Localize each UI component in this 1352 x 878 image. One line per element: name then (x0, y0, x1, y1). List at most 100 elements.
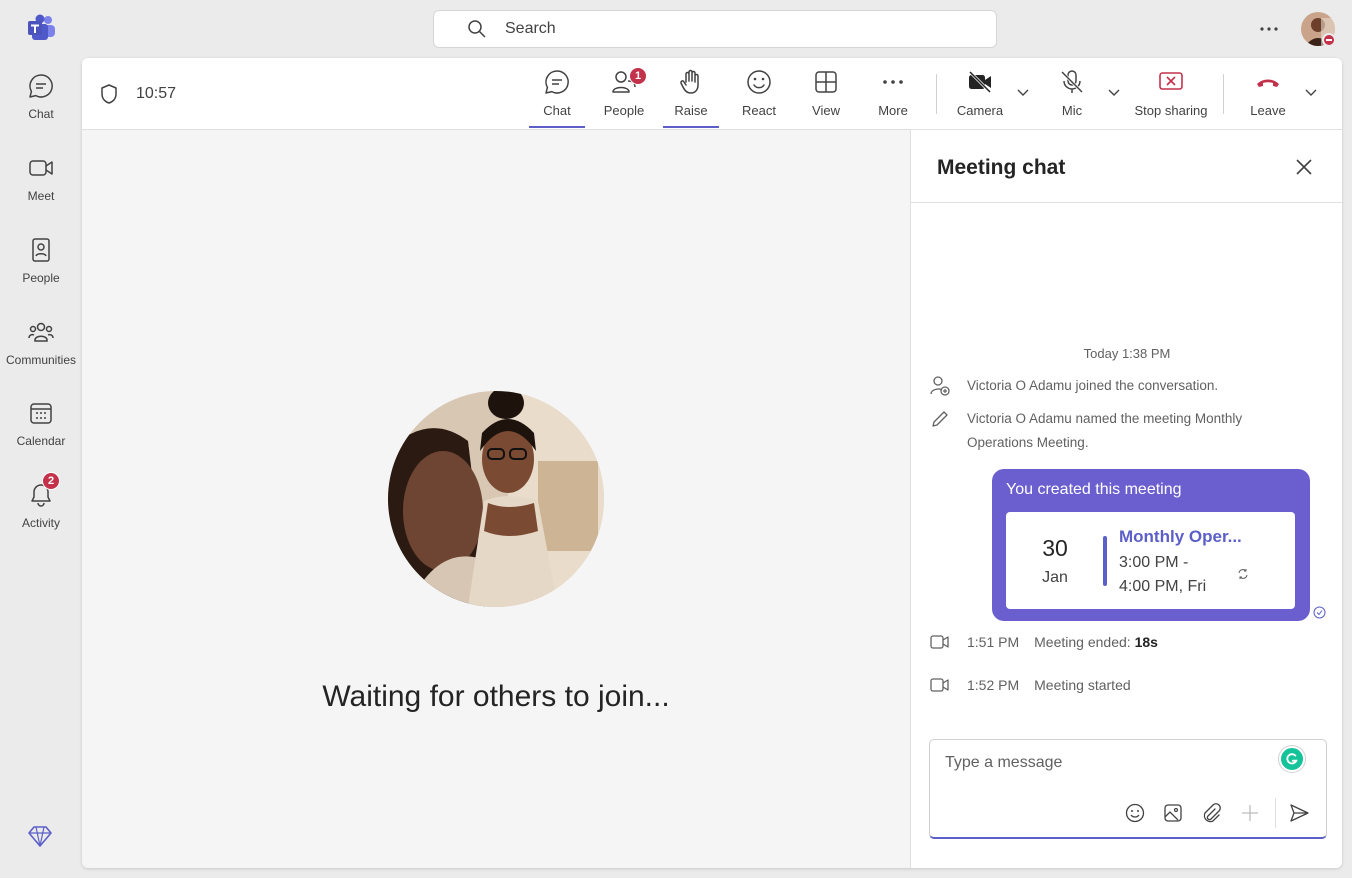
toolbar-react-button[interactable]: React (731, 68, 787, 126)
card-accent-bar (1103, 536, 1107, 586)
emoji-icon[interactable] (1124, 802, 1146, 824)
toolbar-label: Stop sharing (1134, 103, 1208, 118)
stop-sharing-icon (1159, 72, 1183, 90)
toolbar-label: View (812, 103, 840, 118)
rail-item-label: Meet (27, 189, 55, 203)
meeting-window: 10:57 Chat People 1 Raise React View Mor… (82, 58, 1342, 868)
meeting-card[interactable]: 30 Jan Monthly Oper... 3:00 PM - 4:00 PM… (1006, 512, 1295, 609)
activity-badge: 2 (42, 472, 60, 490)
pencil-icon (932, 411, 948, 427)
rail-item-label: Activity (21, 516, 60, 530)
card-day: 30 (1042, 535, 1068, 561)
people-count-badge: 1 (629, 67, 647, 85)
search-icon (468, 20, 486, 38)
card-time-line: 3:00 PM - (1119, 554, 1189, 571)
meeting-created-bubble[interactable]: You created this meeting 30 Jan Monthly … (992, 469, 1310, 621)
video-camera-icon (29, 160, 53, 176)
toolbar-label: React (742, 103, 776, 118)
rail-item-calendar[interactable]: Calendar (0, 399, 82, 469)
bubble-title: You created this meeting (1006, 481, 1182, 498)
teams-logo-icon (28, 14, 55, 40)
recurring-icon (1238, 569, 1248, 579)
copilot-diamond-icon[interactable] (27, 823, 53, 849)
card-time: 3:00 PM - 4:00 PM, Fri (1119, 551, 1206, 599)
toolbar-label: Camera (956, 103, 1004, 118)
rail-item-label: Chat (28, 107, 54, 121)
close-icon[interactable] (1293, 156, 1315, 178)
toolbar-view-button[interactable]: View (798, 68, 854, 126)
message-composer[interactable]: Type a message (929, 739, 1327, 839)
card-month: Jan (1042, 569, 1068, 586)
rail-item-label: Communities (5, 353, 77, 367)
hang-up-icon (1257, 79, 1279, 87)
system-message: Victoria O Adamu named the meeting Month… (929, 407, 1289, 455)
more-options-icon (883, 80, 903, 84)
card-time-line: 4:00 PM, Fri (1119, 578, 1207, 595)
rail-item-people[interactable]: People (0, 236, 82, 306)
event-time: 1:51 PM (967, 634, 1020, 650)
search-bar[interactable]: Search (433, 10, 997, 48)
meeting-chat-panel: Meeting chat Today 1:38 PM Victoria O Ad… (910, 130, 1342, 868)
shield-icon[interactable] (98, 83, 120, 105)
camera-off-icon (968, 70, 992, 94)
contact-book-icon (32, 238, 50, 262)
message-input-placeholder: Type a message (945, 754, 1063, 771)
participant-avatar (388, 391, 604, 607)
grid-view-icon (815, 71, 837, 93)
toolbar-mic-button[interactable]: Mic (1044, 68, 1100, 126)
read-receipt-icon (1313, 606, 1326, 619)
system-message-text: Victoria O Adamu named the meeting Month… (967, 411, 1243, 450)
rail-item-activity[interactable]: Activity 2 (0, 472, 82, 551)
more-options-icon[interactable] (1255, 18, 1283, 40)
card-meeting-title[interactable]: Monthly Oper... (1119, 527, 1242, 547)
emoji-icon (747, 70, 771, 94)
leave-options-chevron-icon[interactable] (1303, 84, 1319, 100)
toolbar-label: People (603, 103, 645, 118)
toolbar-divider (1223, 74, 1224, 114)
meeting-event-row: 1:51 PM Meeting ended: 18s (929, 631, 1158, 653)
rail-item-communities[interactable]: Communities (0, 318, 82, 388)
toolbar-leave-button[interactable]: Leave (1240, 68, 1296, 126)
event-text: Meeting started (1034, 677, 1131, 693)
rail-item-chat[interactable]: Chat (0, 72, 82, 142)
attach-icon[interactable] (1200, 802, 1222, 824)
communities-icon (28, 322, 54, 342)
video-camera-icon (930, 678, 949, 692)
meeting-timer: 10:57 (136, 85, 177, 102)
toolbar-camera-button[interactable]: Camera (952, 68, 1008, 126)
toolbar-people-button[interactable]: People 1 (596, 67, 652, 126)
mic-options-chevron-icon[interactable] (1106, 84, 1122, 100)
toolbar-stop-sharing-button[interactable]: Stop sharing (1132, 68, 1210, 126)
toolbar-divider (936, 74, 937, 114)
toolbar-more-button[interactable]: More (865, 68, 921, 126)
search-placeholder: Search (505, 20, 556, 37)
rail-item-label: People (22, 271, 60, 285)
chat-icon (545, 70, 569, 94)
toolbar-chat-button[interactable]: Chat (529, 68, 585, 128)
rail-item-label: Calendar (16, 434, 66, 448)
send-icon[interactable] (1288, 802, 1310, 824)
composer-divider (1275, 798, 1276, 828)
camera-options-chevron-icon[interactable] (1015, 84, 1031, 100)
video-camera-icon (930, 635, 949, 649)
toolbar-label: More (878, 103, 908, 118)
add-icon[interactable] (1239, 802, 1261, 824)
waiting-message: Waiting for others to join... (322, 680, 670, 713)
mic-off-icon (1060, 70, 1084, 94)
raise-hand-icon (680, 69, 699, 94)
grammarly-icon[interactable] (1279, 746, 1305, 772)
image-icon[interactable] (1162, 802, 1184, 824)
meeting-toolbar: 10:57 Chat People 1 Raise React View Mor… (82, 58, 1342, 130)
toolbar-label: Chat (543, 103, 571, 118)
rail-item-meet[interactable]: Meet (0, 154, 82, 224)
toolbar-raise-hand-button[interactable]: Raise (663, 68, 719, 128)
presence-busy-icon (1322, 33, 1336, 47)
toolbar-label: Raise (674, 103, 708, 118)
system-message-text: Victoria O Adamu joined the conversation… (967, 378, 1219, 393)
event-time: 1:52 PM (967, 677, 1020, 693)
meeting-stage: Waiting for others to join... (82, 130, 910, 868)
toolbar-label: Leave (1250, 103, 1286, 118)
date-separator: Today 1:38 PM (1083, 346, 1171, 361)
toolbar-label: Mic (1061, 103, 1083, 118)
chat-icon (29, 74, 53, 98)
